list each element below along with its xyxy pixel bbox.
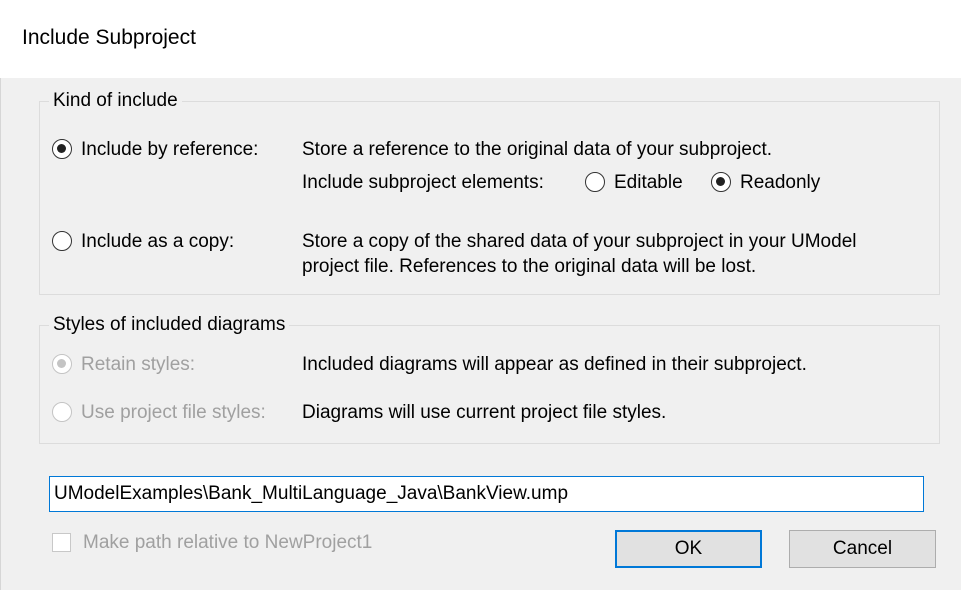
kind-of-include-legend: Kind of include: [49, 90, 182, 112]
subproject-path-input[interactable]: [54, 477, 914, 510]
use-project-file-styles-description: Diagrams will use current project file s…: [302, 402, 667, 423]
include-subproject-elements-label: Include subproject elements:: [302, 172, 544, 193]
retain-styles-label[interactable]: Retain styles:: [81, 354, 195, 376]
include-as-copy-description-line2: project file. References to the original…: [302, 256, 757, 277]
editable-label[interactable]: Editable: [614, 172, 683, 194]
styles-of-included-diagrams-group: [39, 325, 940, 444]
include-by-reference-label[interactable]: Include by reference:: [81, 139, 258, 161]
title-bar: Include Subproject: [0, 0, 961, 78]
include-by-reference-radio[interactable]: [52, 139, 72, 159]
dialog-title: Include Subproject: [22, 26, 196, 49]
retain-styles-radio[interactable]: [52, 354, 72, 374]
include-subproject-dialog: Include Subproject Kind of include Inclu…: [0, 0, 961, 590]
use-project-file-styles-radio[interactable]: [52, 402, 72, 422]
ok-button[interactable]: OK: [615, 530, 762, 568]
make-path-relative-checkbox[interactable]: [52, 533, 71, 552]
include-as-copy-description-line1: Store a copy of the shared data of your …: [302, 231, 857, 252]
include-as-copy-label[interactable]: Include as a copy:: [81, 231, 234, 253]
editable-radio[interactable]: [585, 172, 605, 192]
make-path-relative-label[interactable]: Make path relative to NewProject1: [83, 532, 372, 554]
use-project-file-styles-label[interactable]: Use project file styles:: [81, 402, 266, 424]
readonly-radio[interactable]: [711, 172, 731, 192]
dialog-border: [0, 78, 1, 590]
include-as-copy-radio[interactable]: [52, 231, 72, 251]
subproject-path-field[interactable]: [49, 476, 924, 512]
cancel-button[interactable]: Cancel: [789, 530, 936, 568]
readonly-label[interactable]: Readonly: [740, 172, 820, 194]
include-by-reference-description: Store a reference to the original data o…: [302, 139, 772, 160]
retain-styles-description: Included diagrams will appear as defined…: [302, 354, 807, 375]
styles-of-included-diagrams-legend: Styles of included diagrams: [49, 314, 290, 336]
